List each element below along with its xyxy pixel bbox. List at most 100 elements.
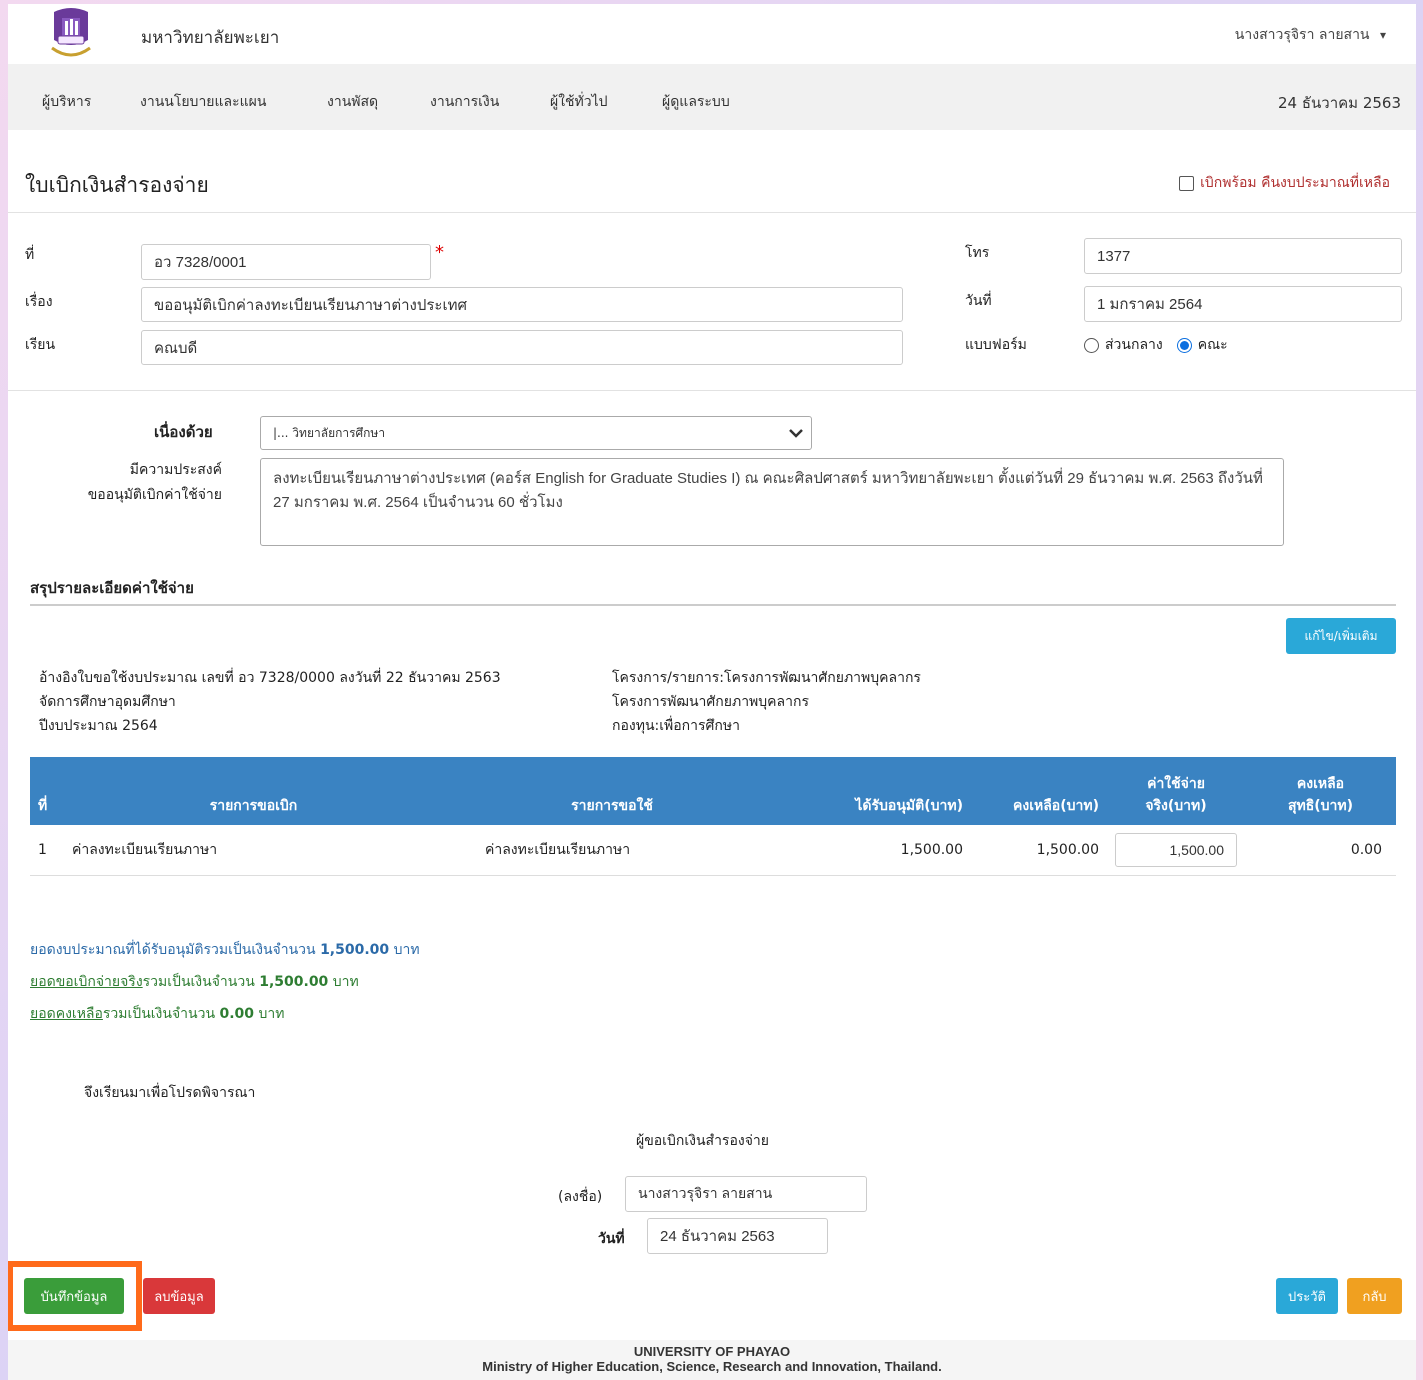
date-input[interactable]: 1 มกราคม 2564 <box>1084 286 1402 322</box>
summary-heading: สรุปรายละเอียดค่าใช้จ่าย <box>30 579 194 597</box>
total-remaining-amount: 0.00 <box>219 1006 255 1022</box>
to-input[interactable]: คณบดี <box>141 330 903 365</box>
expense-table: ที่ รายการขอเบิก รายการขอใช้ ได้รับอนุมั… <box>30 757 1396 876</box>
purpose-label-1: มีความประสงค์ <box>129 462 222 478</box>
total-remaining: ยอดคงเหลือรวมเป็นเงินจำนวน 0.00 บาท <box>30 1003 284 1025</box>
footer-line-2: Ministry of Higher Education, Science, R… <box>482 1359 942 1374</box>
cell-approved: 1,500.00 <box>785 825 971 876</box>
current-date: 24 ธันวาคม 2563 <box>1278 94 1401 112</box>
closing-text: จึงเรียนมาเพื่อโปรดพิจารณา <box>84 1085 256 1101</box>
required-mark: * <box>435 242 444 263</box>
col-net-line-1: คงเหลือ <box>1296 776 1345 792</box>
total-approved-unit: บาท <box>393 942 420 958</box>
back-button[interactable]: กลับ <box>1347 1278 1402 1314</box>
total-actual-amount: 1,500.00 <box>259 974 329 990</box>
nav-item-procurement[interactable]: งานพัสดุ <box>327 91 378 113</box>
signer-name-input[interactable]: นางสาวรุจิรา ลายสาน <box>625 1176 867 1212</box>
total-actual-unit: บาท <box>332 974 359 990</box>
total-approved-amount: 1,500.00 <box>320 942 390 958</box>
form-type-label: แบบฟอร์ม <box>965 337 1027 353</box>
purpose-label-2: ขออนุมัติเบิกค่าใช้จ่าย <box>87 487 222 503</box>
project-line-1: โครงการ/รายการ:โครงการพัฒนาศักยภาพบุคลาก… <box>612 670 921 686</box>
sign-date-input[interactable]: 24 ธันวาคม 2563 <box>647 1218 828 1254</box>
subject-label: เรื่อง <box>25 294 53 310</box>
radio-central-label: ส่วนกลาง <box>1105 337 1163 353</box>
col-remaining: คงเหลือ(บาท) <box>971 757 1107 825</box>
requester-title: ผู้ขอเบิกเงินสำรองจ่าย <box>636 1133 769 1149</box>
divider <box>30 604 1396 606</box>
table-row: 1 ค่าลงทะเบียนเรียนภาษา ค่าลงทะเบียนเรีย… <box>30 825 1396 876</box>
total-remaining-text: รวมเป็นเงินจำนวน <box>102 1006 216 1022</box>
return-budget-option: เบิกพร้อม คืนงบประมาณที่เหลือ <box>1179 172 1390 194</box>
cell-use-item: ค่าลงทะเบียนเรียนภาษา <box>439 825 785 876</box>
nav-item-general-user[interactable]: ผู้ใช้ทั่วไป <box>550 91 608 113</box>
project-info: โครงการ/รายการ:โครงการพัฒนาศักยภาพบุคลาก… <box>612 666 921 738</box>
nav-item-policy-plan[interactable]: งานนโยบายและแผน <box>140 91 266 113</box>
radio-central[interactable] <box>1084 337 1099 353</box>
save-button[interactable]: บันทึกข้อมูล <box>24 1278 124 1314</box>
app-window: มหาวิทยาลัยพะเยา นางสาวรุจิรา ลายสาน ▾ ผ… <box>8 4 1416 1380</box>
total-approved: ยอดงบประมาณที่ได้รับอนุมัติรวมเป็นเงินจำ… <box>30 939 420 961</box>
total-approved-text: ยอดงบประมาณที่ได้รับอนุมัติรวมเป็นเงินจำ… <box>30 942 316 958</box>
col-actual-line-2: จริง(บาท) <box>1145 798 1207 814</box>
cell-request-item: ค่าลงทะเบียนเรียนภาษา <box>68 825 439 876</box>
return-budget-label: เบิกพร้อม คืนงบประมาณที่เหลือ <box>1200 175 1390 191</box>
main-nav: ผู้บริหาร งานนโยบายและแผน งานพัสดุ งานกา… <box>8 64 1416 130</box>
delete-button[interactable]: ลบข้อมูล <box>143 1278 215 1314</box>
phone-input[interactable]: 1377 <box>1084 238 1402 274</box>
col-net-line-2: สุทธิ(บาท) <box>1287 798 1354 814</box>
user-name: นางสาวรุจิรา ลายสาน <box>1234 27 1370 43</box>
to-label: เรียน <box>25 337 56 353</box>
col-no: ที่ <box>30 757 68 825</box>
total-actual-link[interactable]: ยอดขอเบิกจ่ายจริง <box>30 974 143 990</box>
chevron-down-icon <box>789 429 803 438</box>
because-label: เนื่องด้วย <box>154 423 213 441</box>
document-no-input[interactable]: อว 7328/0001 <box>141 244 431 280</box>
project-line-3: กองทุน:เพื่อการศึกษา <box>612 718 740 734</box>
top-bar: มหาวิทยาลัยพะเยา นางสาวรุจิรา ลายสาน ▾ <box>8 4 1416 64</box>
radio-faculty[interactable] <box>1176 337 1192 353</box>
ref-line-1: อ้างอิงใบขอใช้งบประมาณ เลขที่ อว 7328/00… <box>39 670 501 686</box>
footer: UNIVERSITY OF PHAYAO Ministry of Higher … <box>8 1340 1416 1380</box>
total-actual: ยอดขอเบิกจ่ายจริงรวมเป็นเงินจำนวน 1,500.… <box>30 971 359 993</box>
chevron-down-icon: ▾ <box>1379 28 1386 42</box>
edit-add-button[interactable]: แก้ไข/เพิ่มเติม <box>1286 618 1396 654</box>
sign-label: (ลงชื่อ) <box>558 1189 603 1205</box>
budget-reference: อ้างอิงใบขอใช้งบประมาณ เลขที่ อว 7328/00… <box>39 666 501 738</box>
date-label: วันที่ <box>965 293 992 309</box>
divider <box>8 212 1416 213</box>
col-net: คงเหลือสุทธิ(บาท) <box>1245 757 1396 825</box>
cell-net: 0.00 <box>1245 825 1396 876</box>
col-approved: ได้รับอนุมัติ(บาท) <box>785 757 971 825</box>
total-remaining-unit: บาท <box>258 1006 285 1022</box>
form-type-radio-group: ส่วนกลาง คณะ <box>1084 334 1228 356</box>
total-remaining-link[interactable]: ยอดคงเหลือ <box>30 1006 103 1022</box>
phone-label: โทร <box>965 245 990 261</box>
col-use-item: รายการขอใช้ <box>439 757 785 825</box>
user-menu[interactable]: นางสาวรุจิรา ลายสาน ▾ <box>1235 24 1386 46</box>
because-select[interactable]: |... วิทยาลัยการศึกษา <box>260 416 812 450</box>
radio-faculty-label: คณะ <box>1197 337 1228 353</box>
col-actual: ค่าใช้จ่ายจริง(บาท) <box>1107 757 1245 825</box>
cell-remaining: 1,500.00 <box>971 825 1107 876</box>
nav-item-executive[interactable]: ผู้บริหาร <box>42 91 91 113</box>
history-button[interactable]: ประวัติ <box>1276 1278 1338 1314</box>
project-line-2: โครงการพัฒนาศักยภาพบุคลากร <box>612 694 809 710</box>
col-request-item: รายการขอเบิก <box>68 757 439 825</box>
col-actual-line-1: ค่าใช้จ่าย <box>1147 776 1205 792</box>
table-header-row: ที่ รายการขอเบิก รายการขอใช้ ได้รับอนุมั… <box>30 757 1396 825</box>
cell-no: 1 <box>30 825 68 876</box>
ref-line-2: จัดการศึกษาอุดมศึกษา <box>39 694 176 710</box>
divider <box>8 390 1416 391</box>
nav-item-admin[interactable]: ผู้ดูแลระบบ <box>662 91 730 113</box>
nav-item-finance[interactable]: งานการเงิน <box>430 91 499 113</box>
cell-actual: 1,500.00 <box>1107 825 1245 876</box>
subject-input[interactable]: ขออนุมัติเบิกค่าลงทะเบียนเรียนภาษาต่างปร… <box>141 287 903 322</box>
page-title: ใบเบิกเงินสำรองจ่าย <box>25 173 209 197</box>
purpose-textarea[interactable]: ลงทะเบียนเรียนภาษาต่างประเทศ (คอร์ส Engl… <box>260 458 1284 546</box>
ref-line-3: ปีงบประมาณ 2564 <box>39 718 158 734</box>
actual-amount-input[interactable]: 1,500.00 <box>1115 833 1237 867</box>
because-select-value: |... วิทยาลัยการศึกษา <box>273 425 386 440</box>
return-budget-checkbox[interactable] <box>1179 175 1195 191</box>
sign-date-label: วันที่ <box>598 1231 625 1247</box>
